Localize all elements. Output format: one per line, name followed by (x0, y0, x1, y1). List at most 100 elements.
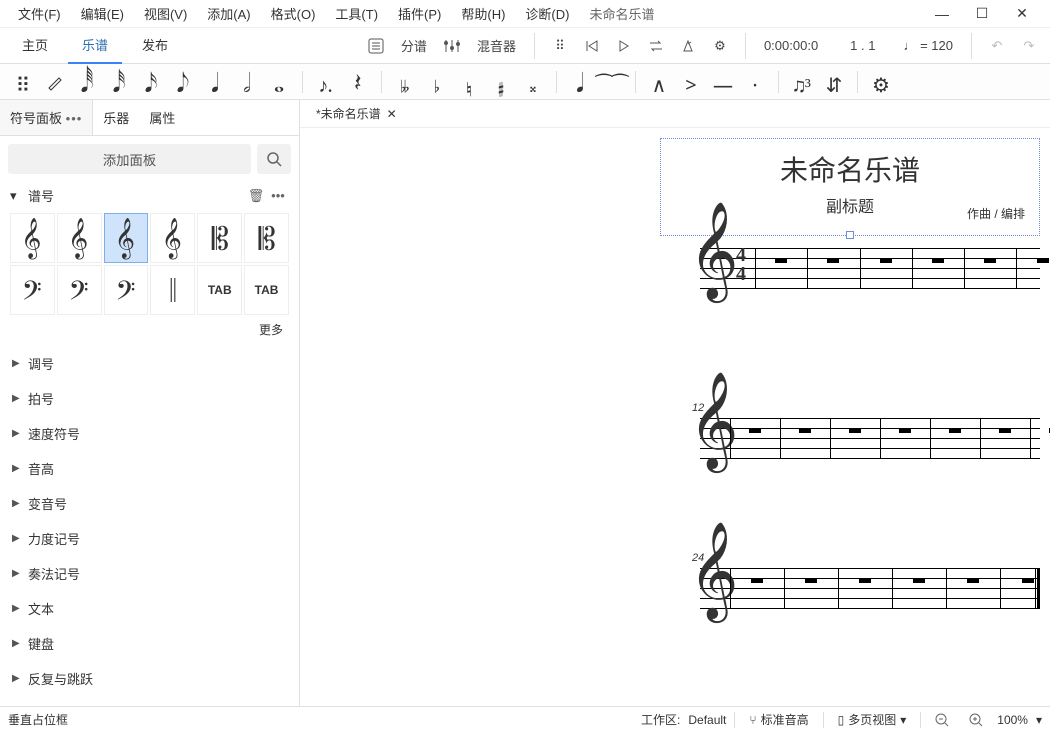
tempo-display[interactable]: ♩ = 120 (897, 38, 959, 53)
chevron-down-icon[interactable]: ▾ (1036, 713, 1042, 727)
more-icon[interactable]: ••• (267, 188, 289, 203)
redo-button[interactable]: ↷ (1016, 33, 1042, 59)
drag-handle-icon[interactable]: ⠿ (547, 33, 573, 59)
composer-text[interactable]: 作曲 / 编排 (967, 205, 1025, 222)
menu-edit[interactable]: 编辑(E) (71, 0, 134, 27)
marcato-button[interactable]: ∧ (644, 67, 674, 97)
cat-articulations[interactable]: ▶奏法记号 (0, 556, 299, 591)
delete-icon[interactable]: 🗑 (245, 188, 267, 204)
duration-whole[interactable]: 𝅝 (264, 67, 294, 97)
clef-treble-8va[interactable]: 𝄞 (104, 213, 149, 263)
staccato-button[interactable]: · (740, 67, 770, 97)
mixer-icon[interactable] (439, 33, 465, 59)
toolbar-settings-button[interactable]: ⚙ (866, 67, 896, 97)
parts-label[interactable]: 分谱 (395, 36, 433, 55)
zoom-value[interactable]: 100% (997, 713, 1028, 727)
dot-button[interactable]: ♪. (311, 67, 341, 97)
menu-file[interactable]: 文件(F) (8, 0, 71, 27)
clef-tenor[interactable]: 𝄡 (244, 213, 289, 263)
duration-32nd[interactable]: 𝅘𝅥𝅰 (104, 67, 134, 97)
duration-8th[interactable]: 𝅘𝅥𝅮 (168, 67, 198, 97)
cat-barlines[interactable]: ▶小节线 (0, 696, 299, 706)
cat-accidentals[interactable]: ▶变音号 (0, 486, 299, 521)
close-button[interactable]: ✕ (1002, 1, 1042, 26)
view-mode-dropdown[interactable]: ▯多页视图 ▾ (832, 711, 913, 728)
menu-plugins[interactable]: 插件(P) (388, 0, 451, 27)
frame-handle[interactable] (846, 231, 854, 239)
cat-tempo[interactable]: ▶速度符号 (0, 416, 299, 451)
cat-time-sig[interactable]: ▶拍号 (0, 381, 299, 416)
duration-64th[interactable]: 𝅘𝅥𝅱 (72, 67, 102, 97)
clef-treble-8vb[interactable]: 𝄞 (57, 213, 102, 263)
tab-home[interactable]: 主页 (8, 28, 62, 64)
clef-treble-15[interactable]: 𝄞 (150, 213, 195, 263)
clef-treble[interactable]: 𝄞 (10, 213, 55, 263)
flip-button[interactable]: ⇵ (819, 67, 849, 97)
note-input-button[interactable] (40, 67, 70, 97)
tie-button[interactable]: 𝅘𝅥 (565, 67, 595, 97)
zoom-out-button[interactable] (929, 713, 955, 727)
metronome-button[interactable] (675, 33, 701, 59)
clef-percussion[interactable]: 𝄥 (150, 265, 195, 315)
sidebar-tab-properties[interactable]: 属性 (139, 100, 185, 135)
close-tab-icon[interactable]: ✕ (387, 107, 397, 121)
accidental-natural[interactable]: ♮ (454, 67, 484, 97)
sidebar-tab-palette[interactable]: 符号面板 ••• (0, 100, 93, 135)
loop-button[interactable] (643, 33, 669, 59)
menu-format[interactable]: 格式(O) (261, 0, 326, 27)
maximize-button[interactable]: ☐ (962, 1, 1002, 26)
grip-icon[interactable]: ⠿ (8, 67, 38, 97)
rest-button[interactable]: 𝄽 (343, 67, 373, 97)
slur-button[interactable]: ⁀⁀ (597, 67, 627, 97)
undo-button[interactable]: ↶ (984, 33, 1010, 59)
accidental-doubleflat[interactable]: 𝄫 (390, 67, 420, 97)
staff-system-3[interactable]: 24 𝄞 (660, 568, 1040, 608)
clef-bass-8va[interactable]: 𝄢 (104, 265, 149, 315)
menu-help[interactable]: 帮助(H) (451, 0, 515, 27)
document-tab[interactable]: *未命名乐谱✕ (308, 101, 405, 126)
parts-icon[interactable] (363, 33, 389, 59)
menu-diagnostics[interactable]: 诊断(D) (515, 0, 579, 27)
tuplet-button[interactable]: ♫³ (787, 67, 817, 97)
cat-text[interactable]: ▶文本 (0, 591, 299, 626)
menu-add[interactable]: 添加(A) (197, 0, 260, 27)
tenuto-button[interactable]: — (708, 67, 738, 97)
clef-alto[interactable]: 𝄡 (197, 213, 242, 263)
duration-half[interactable]: 𝅗𝅥 (232, 67, 262, 97)
workspace-value[interactable]: Default (688, 713, 726, 727)
menu-view[interactable]: 视图(V) (134, 0, 197, 27)
cat-repeats[interactable]: ▶反复与跳跃 (0, 661, 299, 696)
clef-tab-4[interactable]: TAB (244, 265, 289, 315)
clef-bass[interactable]: 𝄢 (10, 265, 55, 315)
duration-16th[interactable]: 𝅘𝅥𝅯 (136, 67, 166, 97)
accidental-doublesharp[interactable]: 𝄪 (518, 67, 548, 97)
accent-button[interactable]: > (676, 67, 706, 97)
mixer-label[interactable]: 混音器 (471, 36, 522, 55)
cat-pitch[interactable]: ▶音高 (0, 451, 299, 486)
more-icon[interactable]: ••• (66, 111, 83, 126)
accidental-sharp[interactable]: ♯ (486, 67, 516, 97)
time-signature[interactable]: 44 (736, 246, 746, 284)
sidebar-tab-instruments[interactable]: 乐器 (93, 100, 139, 135)
clef-tab[interactable]: TAB (197, 265, 242, 315)
concert-pitch-toggle[interactable]: ⑂标准音高 (743, 711, 814, 728)
duration-quarter[interactable]: 𝅘𝅥 (200, 67, 230, 97)
staff-system-1[interactable]: 𝄞 44 (660, 248, 1040, 288)
clef-bass-8vb[interactable]: 𝄢 (57, 265, 102, 315)
rewind-button[interactable] (579, 33, 605, 59)
play-button[interactable] (611, 33, 637, 59)
tab-publish[interactable]: 发布 (128, 28, 182, 64)
more-clefs-button[interactable]: 更多 (0, 319, 299, 346)
add-panel-button[interactable]: 添加面板 (8, 144, 251, 174)
score-canvas[interactable]: 未命名乐谱 副标题 作曲 / 编排 𝄞 44 12 𝄞 (300, 128, 1050, 706)
search-button[interactable] (257, 144, 291, 174)
score-title[interactable]: 未命名乐谱 (667, 149, 1033, 189)
tab-score[interactable]: 乐谱 (68, 28, 122, 64)
playback-settings-button[interactable]: ⚙ (707, 33, 733, 59)
minimize-button[interactable]: — (922, 2, 962, 26)
zoom-in-button[interactable] (963, 713, 989, 727)
cat-keyboard[interactable]: ▶键盘 (0, 626, 299, 661)
cat-key-sig[interactable]: ▶调号 (0, 346, 299, 381)
clef-section-header[interactable]: ▾ 谱号 🗑 ••• (0, 182, 299, 209)
staff-system-2[interactable]: 12 𝄞 (660, 418, 1040, 458)
